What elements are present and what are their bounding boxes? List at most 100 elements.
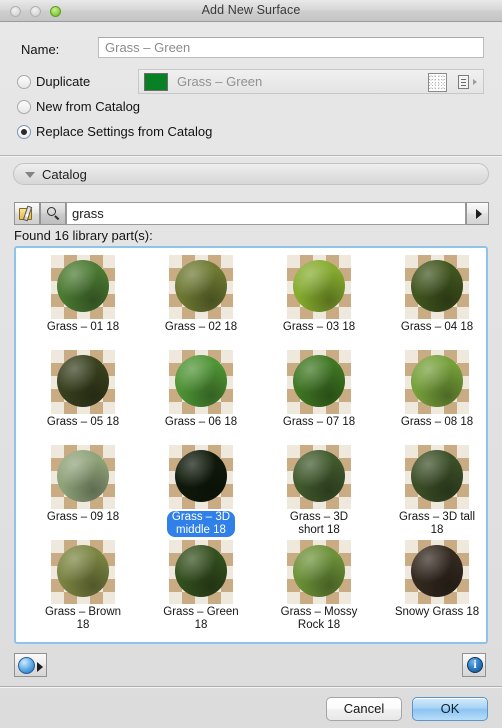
radio-replace-settings-mark bbox=[17, 125, 31, 139]
surface-preview-sphere bbox=[293, 260, 345, 312]
catalog-result-label: Grass – 3D tall 18 bbox=[380, 511, 486, 537]
catalog-result-label-text: Grass – 04 18 bbox=[400, 321, 474, 333]
catalog-result-item[interactable]: Grass – 08 18 bbox=[378, 350, 486, 445]
radio-replace-settings-label: Replace Settings from Catalog bbox=[36, 124, 213, 139]
catalog-result-label-text: Grass – Brown 18 bbox=[44, 606, 122, 631]
catalog-section-header[interactable]: Catalog bbox=[13, 163, 489, 185]
catalog-result-thumbnail bbox=[405, 540, 469, 604]
catalog-result-thumbnail bbox=[169, 445, 233, 509]
divider bbox=[0, 686, 502, 687]
catalog-result-item[interactable]: Grass – 06 18 bbox=[142, 350, 260, 445]
catalog-result-label: Grass – 3D middle 18 bbox=[144, 511, 258, 537]
catalog-result-thumbnail bbox=[51, 540, 115, 604]
catalog-result-label-text: Grass – 3D short 18 bbox=[289, 511, 349, 536]
catalog-result-label: Grass – Mossy Rock 18 bbox=[262, 606, 376, 632]
catalog-result-thumbnail bbox=[405, 255, 469, 319]
catalog-result-label-text: Grass – 05 18 bbox=[46, 416, 120, 428]
catalog-result-label-text: Grass – 09 18 bbox=[46, 511, 120, 523]
search-button[interactable] bbox=[40, 202, 66, 225]
catalog-result-item[interactable]: Grass – 01 18 bbox=[24, 255, 142, 350]
catalog-results-panel[interactable]: Grass – 01 18 Grass – 02 18 Grass – 03 18 G… bbox=[14, 246, 488, 644]
catalog-result-item[interactable]: Grass – 3D short 18 bbox=[260, 445, 378, 540]
catalog-result-thumbnail bbox=[287, 445, 351, 509]
catalog-result-item[interactable]: Grass – 02 18 bbox=[142, 255, 260, 350]
catalog-result-item[interactable]: Grass – 05 18 bbox=[24, 350, 142, 445]
catalog-result-item[interactable]: Snowy Grass 18 bbox=[378, 540, 486, 635]
chevron-right-icon[interactable] bbox=[473, 79, 477, 85]
catalog-result-item[interactable]: Grass – Mossy Rock 18 bbox=[260, 540, 378, 635]
catalog-result-thumbnail bbox=[405, 445, 469, 509]
catalog-result-thumbnail bbox=[287, 350, 351, 414]
triangle-down-icon[interactable] bbox=[25, 172, 35, 178]
catalog-result-item[interactable]: Grass – 3D middle 18 bbox=[142, 445, 260, 540]
catalog-result-thumbnail bbox=[287, 255, 351, 319]
surface-preview-sphere bbox=[293, 545, 345, 597]
catalog-result-label: Grass – Brown 18 bbox=[26, 606, 140, 632]
name-label: Name: bbox=[21, 42, 60, 57]
window-title: Add New Surface bbox=[201, 3, 301, 17]
catalog-result-label: Grass – 05 18 bbox=[26, 416, 140, 429]
globe-icon bbox=[18, 657, 35, 674]
catalog-result-thumbnail bbox=[51, 445, 115, 509]
radio-duplicate-mark bbox=[17, 75, 31, 89]
web-catalog-button[interactable] bbox=[14, 653, 47, 677]
surface-preview-sphere bbox=[293, 450, 345, 502]
catalog-result-item[interactable]: Grass – 3D tall 18 bbox=[378, 445, 486, 540]
catalog-result-item[interactable]: Grass – 07 18 bbox=[260, 350, 378, 445]
surface-preview-sphere bbox=[57, 545, 109, 597]
surface-preview-sphere bbox=[411, 260, 463, 312]
catalog-result-label-text: Grass – 03 18 bbox=[282, 321, 356, 333]
catalog-result-label: Snowy Grass 18 bbox=[380, 606, 486, 619]
cancel-button[interactable]: Cancel bbox=[326, 697, 402, 721]
divider bbox=[0, 155, 502, 156]
surface-preview-sphere bbox=[293, 355, 345, 407]
catalog-result-label: Grass – 06 18 bbox=[144, 416, 258, 429]
catalog-result-label-text: Snowy Grass 18 bbox=[394, 606, 480, 618]
magnifier-icon bbox=[47, 207, 60, 220]
surface-preview-sphere bbox=[57, 355, 109, 407]
catalog-result-label: Grass – 03 18 bbox=[262, 321, 376, 334]
add-new-surface-dialog: Add New Surface Name: Duplicate New from… bbox=[0, 0, 502, 728]
document-icon[interactable] bbox=[458, 75, 469, 89]
catalog-result-label-text: Grass – 01 18 bbox=[46, 321, 120, 333]
search-options-button[interactable] bbox=[466, 202, 489, 225]
title-bar: Add New Surface bbox=[0, 0, 502, 22]
catalog-result-label: Grass – 04 18 bbox=[380, 321, 486, 334]
catalog-result-thumbnail bbox=[51, 255, 115, 319]
catalog-result-label-text: Grass – Green 18 bbox=[163, 606, 239, 631]
catalog-result-label-text: Grass – 3D middle 18 bbox=[166, 511, 236, 537]
surface-preview-sphere bbox=[411, 355, 463, 407]
catalog-result-thumbnail bbox=[169, 350, 233, 414]
radio-new-from-catalog-label: New from Catalog bbox=[36, 99, 141, 114]
browse-library-button[interactable] bbox=[14, 202, 40, 225]
source-attribute-chooser[interactable]: Grass – Green bbox=[138, 69, 484, 94]
info-button[interactable] bbox=[462, 653, 486, 677]
surface-preview-sphere bbox=[57, 450, 109, 502]
surface-color-swatch bbox=[144, 73, 168, 91]
search-input[interactable] bbox=[66, 202, 466, 225]
catalog-result-item[interactable]: Grass – 09 18 bbox=[24, 445, 142, 540]
triangle-right-icon bbox=[37, 662, 43, 672]
catalog-section-title: Catalog bbox=[42, 167, 87, 182]
catalog-result-label: Grass – 02 18 bbox=[144, 321, 258, 334]
radio-new-from-catalog-mark bbox=[17, 100, 31, 114]
catalog-result-item[interactable]: Grass – 03 18 bbox=[260, 255, 378, 350]
info-icon bbox=[467, 657, 483, 673]
catalog-result-thumbnail bbox=[169, 540, 233, 604]
catalog-result-label-text: Grass – 07 18 bbox=[282, 416, 356, 428]
catalog-result-thumbnail bbox=[169, 255, 233, 319]
catalog-result-thumbnail bbox=[287, 540, 351, 604]
catalog-result-label: Grass – Green 18 bbox=[144, 606, 258, 632]
catalog-result-label: Grass – 07 18 bbox=[262, 416, 376, 429]
catalog-result-label-text: Grass – Mossy Rock 18 bbox=[280, 606, 358, 631]
catalog-result-label-text: Grass – 3D tall 18 bbox=[398, 511, 476, 536]
name-input[interactable] bbox=[98, 37, 484, 58]
catalog-result-label: Grass – 09 18 bbox=[26, 511, 140, 524]
surface-preview-sphere bbox=[175, 260, 227, 312]
catalog-result-item[interactable]: Grass – 04 18 bbox=[378, 255, 486, 350]
catalog-result-item[interactable]: Grass – Green 18 bbox=[142, 540, 260, 635]
catalog-result-thumbnail bbox=[405, 350, 469, 414]
ok-button[interactable]: OK bbox=[412, 697, 488, 721]
catalog-result-item[interactable]: Grass – Brown 18 bbox=[24, 540, 142, 635]
surface-preview-sphere bbox=[175, 450, 227, 502]
